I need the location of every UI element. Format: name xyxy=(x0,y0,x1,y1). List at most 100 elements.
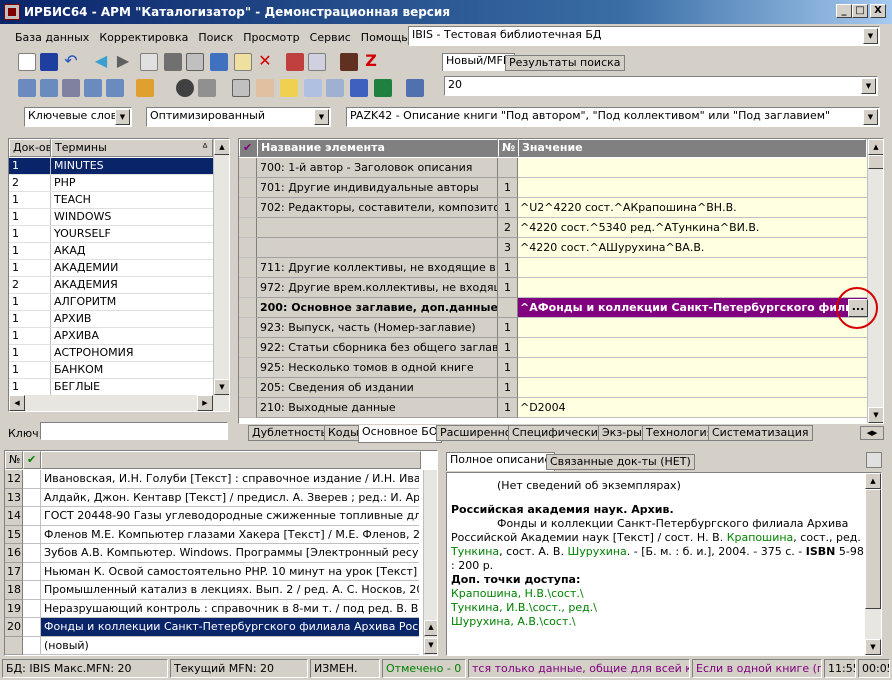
scroll-up-icon[interactable]: ▲ xyxy=(868,139,883,155)
delete-icon[interactable]: ✕ xyxy=(256,53,274,71)
record-mark-checkbox[interactable] xyxy=(23,507,41,526)
tab-linked-docs[interactable]: Связанные док-ты (НЕТ) xyxy=(546,454,695,470)
tab-field-group[interactable]: Систематизация xyxy=(708,425,813,441)
field-row[interactable]: 702: Редакторы, составители, композиторы… xyxy=(239,198,867,218)
worksheet-select[interactable]: PAZK42 - Описание книги "Под автором", "… xyxy=(346,107,880,127)
key-input[interactable] xyxy=(40,422,228,440)
print-preview-icon[interactable] xyxy=(232,79,250,97)
field-row[interactable]: 205: Сведения об издании 1 xyxy=(239,378,867,398)
chat-icon[interactable] xyxy=(84,79,102,97)
pin-icon[interactable]: ᐞ xyxy=(202,140,208,156)
record-mark-checkbox[interactable] xyxy=(23,544,41,563)
record-mark-checkbox[interactable] xyxy=(23,562,41,581)
message2-icon[interactable] xyxy=(40,79,58,97)
term-row[interactable]: 1 MINUTES xyxy=(9,158,213,175)
scroll-down-icon[interactable]: ▼ xyxy=(424,638,437,654)
scroll-up-icon[interactable]: ▲ xyxy=(865,473,881,489)
scroll-left-icon[interactable]: ◀ xyxy=(9,395,25,411)
link-editor1[interactable]: Крапошина xyxy=(727,531,794,544)
import-icon[interactable] xyxy=(286,53,304,71)
field-row[interactable]: 925: Несколько томов в одной книге 1 xyxy=(239,358,867,378)
field-row[interactable]: 922: Статьи сборника без общего заглавия… xyxy=(239,338,867,358)
desc-vscroll[interactable]: ▲ ▼ xyxy=(865,473,881,655)
tab-field-group[interactable]: Экз-ры xyxy=(598,425,646,441)
term-row[interactable]: 1 БАНКОМ xyxy=(9,362,213,379)
chevron-down-icon[interactable]: ▼ xyxy=(863,28,878,44)
field-value[interactable] xyxy=(518,378,867,398)
tab-field-group[interactable]: Основное БО xyxy=(358,425,442,443)
record-row[interactable]: 17 Ньюман К. Освой самостоятельно PHP. 10… xyxy=(5,562,421,581)
menu-database[interactable]: База данных xyxy=(10,31,94,44)
document2-icon[interactable] xyxy=(326,79,344,97)
mail-icon[interactable] xyxy=(62,79,80,97)
excel-icon[interactable] xyxy=(374,79,392,97)
menu-search[interactable]: Поиск xyxy=(193,31,238,44)
records-vscroll[interactable]: ▲ ▼ xyxy=(423,470,437,655)
new-record-icon[interactable] xyxy=(18,53,36,71)
tab-field-group[interactable]: Специфические xyxy=(508,425,609,441)
field-value[interactable] xyxy=(518,338,867,358)
scroll-right-icon[interactable]: ▶ xyxy=(197,395,213,411)
field-value[interactable] xyxy=(518,158,867,178)
terms-hscroll[interactable]: ◀ ▶ xyxy=(9,395,229,411)
message-icon[interactable] xyxy=(18,79,36,97)
chevron-down-icon[interactable]: ▼ xyxy=(863,109,878,125)
minimize-button[interactable]: _ xyxy=(836,4,852,18)
grid-icon[interactable] xyxy=(164,53,182,71)
field-value[interactable]: ^D2004 xyxy=(518,398,867,418)
term-row[interactable]: 1 БЕГЛЫЕ xyxy=(9,379,213,396)
tab-full-description[interactable]: Полное описание xyxy=(446,452,556,471)
col-docs-header[interactable]: Док-ов xyxy=(9,139,51,157)
next-icon[interactable]: ▶ xyxy=(114,53,132,71)
term-row[interactable]: 1 YOURSELF xyxy=(9,226,213,243)
term-row[interactable]: 2 PHP xyxy=(9,175,213,192)
link-editor2[interactable]: Тункина xyxy=(451,545,499,558)
record-mark-checkbox[interactable] xyxy=(23,488,41,507)
tab-field-group[interactable]: Дублетность xyxy=(248,425,331,441)
terms-vscroll[interactable]: ▲ ▼ xyxy=(213,139,229,395)
field-value[interactable] xyxy=(518,258,867,278)
field-row[interactable]: 210: Выходные данные 1 ^D2004 xyxy=(239,398,867,418)
term-row[interactable]: 1 АЛГОРИТМ xyxy=(9,294,213,311)
menu-edit[interactable]: Корректировка xyxy=(94,31,193,44)
record-row[interactable]: 13 Алдайк, Джон. Кентавр [Текст] / предис… xyxy=(5,488,421,507)
term-row[interactable]: 1 АСТРОНОМИЯ xyxy=(9,345,213,362)
scroll-thumb[interactable] xyxy=(868,155,883,169)
field-value[interactable]: ^AФонды и коллекции Санкт-Петербургского… xyxy=(518,298,867,318)
link-editor3[interactable]: Шурухина xyxy=(567,545,626,558)
previous-icon[interactable]: ◀ xyxy=(92,53,110,71)
save-icon[interactable] xyxy=(40,53,58,71)
record-row[interactable]: 20 Фонды и коллекции Санкт-Петербургского… xyxy=(5,618,421,637)
term-row[interactable]: 1 АКАД xyxy=(9,243,213,260)
field-row[interactable]: 3 ^4220 сост.^AШурухина^ВА.В. xyxy=(239,238,867,258)
field-row[interactable]: 700: 1-й автор - Заголовок описания xyxy=(239,158,867,178)
field-row[interactable]: 972: Другие врем.коллективы, не входящие… xyxy=(239,278,867,298)
menu-service[interactable]: Сервис xyxy=(305,31,356,44)
chevron-down-icon[interactable]: ▼ xyxy=(314,109,329,125)
z3950-icon[interactable]: Z xyxy=(362,53,380,71)
catalog-card-icon[interactable] xyxy=(256,79,274,97)
maximize-button[interactable]: □ xyxy=(852,4,868,18)
record-mark-checkbox[interactable] xyxy=(23,618,41,637)
field-row[interactable]: 701: Другие индивидуальные авторы 1 xyxy=(239,178,867,198)
edit-icon[interactable] xyxy=(234,53,252,71)
field-row[interactable]: 200: Основное заглавие, доп.данные ^AФонд… xyxy=(239,298,867,318)
field-value[interactable]: ^4220 сост.^AШурухина^ВА.В. xyxy=(518,238,867,258)
term-row[interactable]: 1 TEACH xyxy=(9,192,213,209)
record-mark-checkbox[interactable] xyxy=(23,599,41,618)
record-mark-checkbox[interactable] xyxy=(23,470,41,489)
record-mark-checkbox[interactable] xyxy=(23,581,41,600)
term-row[interactable]: 1 АРХИВ xyxy=(9,311,213,328)
field-value[interactable] xyxy=(518,278,867,298)
undo-icon[interactable]: ↶ xyxy=(62,53,80,71)
menu-view[interactable]: Просмотр xyxy=(238,31,304,44)
record-mark-checkbox[interactable] xyxy=(23,636,41,655)
access-point-link[interactable]: Крапошина, Н.В.\сост.\ xyxy=(447,587,881,601)
transfer-icon[interactable] xyxy=(136,79,154,97)
tab-field-group[interactable]: Технология xyxy=(642,425,718,441)
folder-icon[interactable] xyxy=(198,79,216,97)
scroll-up-icon[interactable]: ▲ xyxy=(424,620,437,636)
record-row[interactable]: 15 Фленов М.Е. Компьютер глазами Хакера [… xyxy=(5,525,421,544)
field-value[interactable] xyxy=(518,358,867,378)
scroll-thumb[interactable] xyxy=(865,489,881,609)
